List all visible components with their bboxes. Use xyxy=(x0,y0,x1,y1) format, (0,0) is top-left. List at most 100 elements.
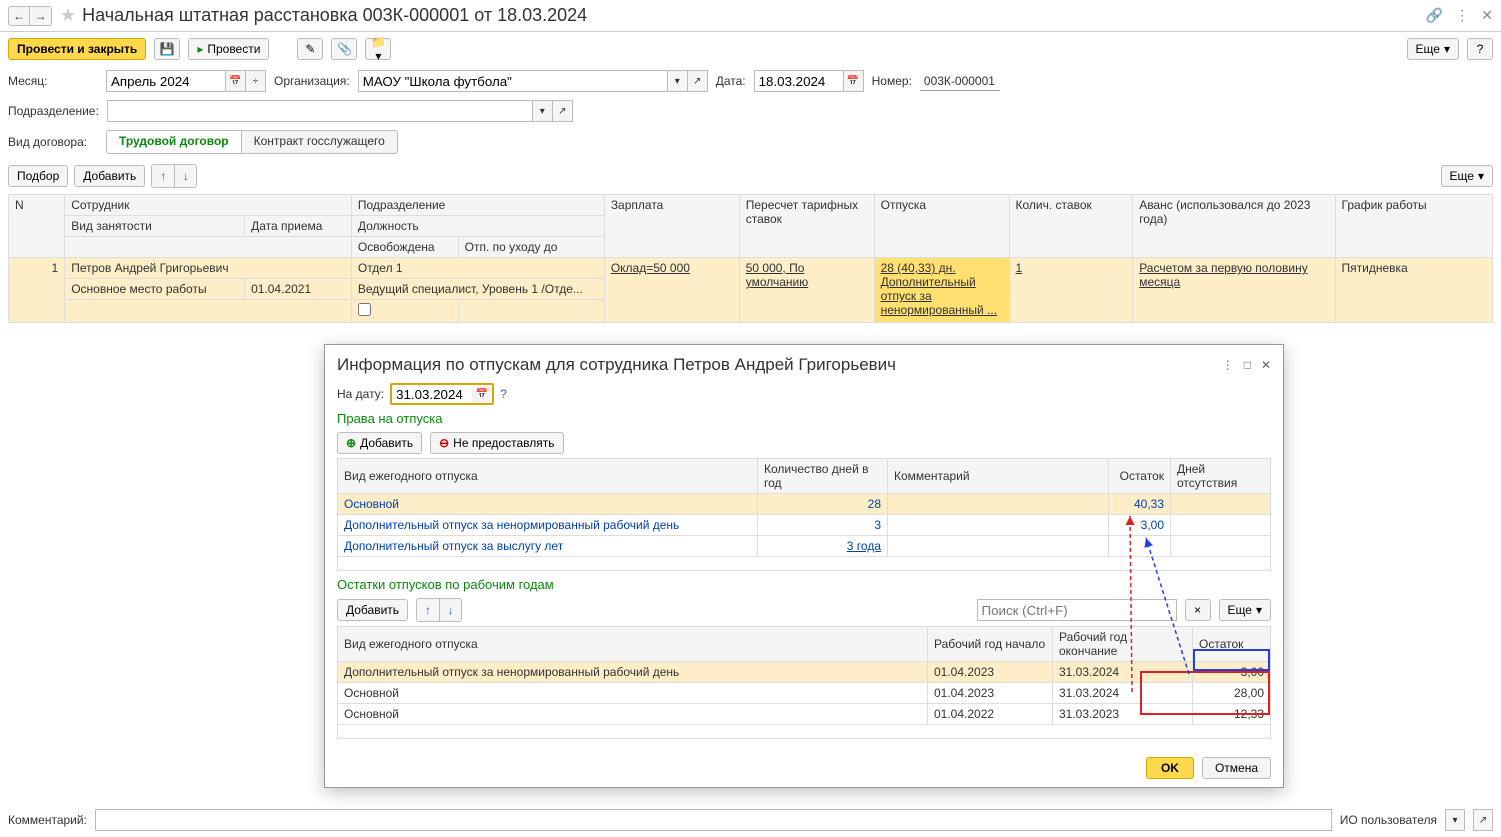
date-calendar-icon[interactable]: 📅 xyxy=(844,70,864,92)
popup-date-input-group: 📅 xyxy=(390,383,494,405)
cell-released[interactable] xyxy=(351,300,458,323)
dept-open-icon[interactable]: ↗ xyxy=(553,100,573,122)
search-clear-button[interactable]: × xyxy=(1185,599,1211,621)
move-down-button[interactable]: ↓ xyxy=(174,165,196,187)
more-button-label: Еще xyxy=(1416,42,1440,56)
dialog-close-icon[interactable]: ✕ xyxy=(1261,358,1271,372)
number-value: 003К-000001 xyxy=(920,72,1000,91)
date-input[interactable] xyxy=(754,70,844,92)
balance-row[interactable]: Основной 01.04.2022 31.03.2023 12,33 xyxy=(338,704,1271,725)
more-button[interactable]: Еще ▾ xyxy=(1407,38,1459,60)
main-grid[interactable]: N Сотрудник Подразделение Зарплата Перес… xyxy=(8,194,1493,323)
popup-help-icon[interactable]: ? xyxy=(500,387,507,401)
folder-button[interactable]: 📁▾ xyxy=(365,38,391,60)
table-row[interactable]: 1 Петров Андрей Григорьевич Отдел 1 Окла… xyxy=(9,258,1493,279)
bh-end: Рабочий год окончание xyxy=(1053,627,1193,662)
form-row-2: Подразделение: ▾ ↗ xyxy=(0,96,1501,126)
balances-up-button[interactable]: ↑ xyxy=(417,599,439,621)
stepper-icon[interactable]: ÷ xyxy=(246,70,266,92)
col-schedule: График работы xyxy=(1335,195,1492,258)
move-buttons: ↑ ↓ xyxy=(151,164,197,188)
cell-advance[interactable]: Расчетом за первую половину месяца xyxy=(1133,258,1335,323)
cell-employee: Петров Андрей Григорьевич xyxy=(65,258,352,279)
post-button[interactable]: ▸Провести xyxy=(188,38,269,60)
date-label: Дата: xyxy=(716,74,746,88)
balances-heading: Остатки отпусков по рабочим годам xyxy=(337,577,1271,592)
col-employee: Сотрудник xyxy=(65,195,352,216)
post-button-label: Провести xyxy=(207,42,260,56)
close-icon[interactable]: ✕ xyxy=(1481,7,1493,24)
balances-table[interactable]: Вид ежегодного отпуска Рабочий год начал… xyxy=(337,626,1271,739)
balances-add-button[interactable]: Добавить xyxy=(337,599,408,621)
title-actions: 🔗 ⋮ ✕ xyxy=(1426,7,1493,24)
link-icon[interactable]: 🔗 xyxy=(1426,7,1443,24)
forward-button[interactable]: → xyxy=(30,6,52,26)
help-button[interactable]: ? xyxy=(1467,38,1493,60)
search-input[interactable] xyxy=(977,599,1177,621)
rh-absence: Дней отсутствия xyxy=(1171,459,1271,494)
calendar-icon[interactable]: 📅 xyxy=(226,70,246,92)
released-checkbox[interactable] xyxy=(358,303,371,316)
org-input[interactable] xyxy=(358,70,668,92)
back-button[interactable]: ← xyxy=(8,6,30,26)
move-up-button[interactable]: ↑ xyxy=(152,165,174,187)
cell-hire-date: 01.04.2021 xyxy=(245,279,352,300)
user-dropdown-icon[interactable]: ▾ xyxy=(1445,809,1465,831)
popup-deny-button[interactable]: ⊖Не предоставлять xyxy=(430,432,563,454)
more-icon[interactable]: ⋮ xyxy=(1455,7,1469,24)
popup-add-button[interactable]: ⊕Добавить xyxy=(337,432,422,454)
col-advance: Аванс (использовался до 2023 года) xyxy=(1133,195,1335,258)
cell-schedule: Пятидневка xyxy=(1335,258,1492,323)
save-button[interactable]: 💾 xyxy=(154,38,180,60)
rights-table[interactable]: Вид ежегодного отпуска Количество дней в… xyxy=(337,458,1271,571)
cell-dept: Отдел 1 xyxy=(351,258,604,279)
contract-gov-button[interactable]: Контракт госслужащего xyxy=(242,130,398,154)
open-icon[interactable]: ↗ xyxy=(688,70,708,92)
dept-label: Подразделение: xyxy=(8,104,99,118)
comment-input[interactable] xyxy=(95,809,1332,831)
balances-down-button[interactable]: ↓ xyxy=(439,599,461,621)
rights-row[interactable]: Дополнительный отпуск за выслугу лет 3 г… xyxy=(338,536,1271,557)
ok-button[interactable]: OK xyxy=(1146,757,1194,779)
grid-more-button[interactable]: Еще ▾ xyxy=(1441,165,1493,187)
cell-vacations[interactable]: 28 (40,33) дн. Дополнительный отпуск за … xyxy=(874,258,1009,323)
balance-row[interactable]: Основной 01.04.2023 31.03.2024 28,00 xyxy=(338,683,1271,704)
dept-input[interactable] xyxy=(107,100,533,122)
month-label: Месяц: xyxy=(8,74,98,88)
col-position: Должность xyxy=(351,216,604,237)
contract-labor-button[interactable]: Трудовой договор xyxy=(106,130,242,154)
cancel-button[interactable]: Отмена xyxy=(1202,757,1271,779)
balance-row[interactable]: Дополнительный отпуск за ненормированный… xyxy=(338,662,1271,683)
date-input-group: 📅 xyxy=(754,70,864,92)
bh-type: Вид ежегодного отпуска xyxy=(338,627,928,662)
month-input[interactable] xyxy=(106,70,226,92)
attach-button[interactable]: 📎 xyxy=(331,38,357,60)
popup-date-label: На дату: xyxy=(337,387,384,401)
pick-button[interactable]: Подбор xyxy=(8,165,68,187)
star-icon[interactable]: ★ xyxy=(60,5,76,26)
nav-buttons: ← → xyxy=(8,6,52,26)
user-open-icon[interactable]: ↗ xyxy=(1473,809,1493,831)
cell-recalc[interactable]: 50 000, По умолчанию xyxy=(739,258,874,323)
balances-more-button[interactable]: Еще ▾ xyxy=(1219,599,1271,621)
grid-more-label: Еще xyxy=(1450,169,1474,183)
popup-calendar-icon[interactable]: 📅 xyxy=(472,385,492,403)
col-hire-date: Дата приема xyxy=(245,216,352,237)
highlight-button[interactable]: ✎ xyxy=(297,38,323,60)
dialog-maximize-icon[interactable]: □ xyxy=(1244,358,1251,372)
cell-rate[interactable]: 1 xyxy=(1009,258,1133,323)
add-button[interactable]: Добавить xyxy=(74,165,145,187)
rights-row[interactable]: Основной 28 40,33 xyxy=(338,494,1271,515)
popup-date-input[interactable] xyxy=(392,385,472,403)
dialog-more-icon[interactable]: ⋮ xyxy=(1222,358,1234,372)
cell-salary[interactable]: Оклад=50 000 xyxy=(604,258,739,323)
bh-start: Рабочий год начало xyxy=(928,627,1053,662)
month-input-group: 📅 ÷ xyxy=(106,70,266,92)
dropdown-icon[interactable]: ▾ xyxy=(668,70,688,92)
dept-input-group: ▾ ↗ xyxy=(107,100,573,122)
comment-label: Комментарий: xyxy=(8,813,87,827)
rights-row[interactable]: Дополнительный отпуск за ненормированный… xyxy=(338,515,1271,536)
post-close-button[interactable]: Провести и закрыть xyxy=(8,38,146,60)
dept-dropdown-icon[interactable]: ▾ xyxy=(533,100,553,122)
col-salary: Зарплата xyxy=(604,195,739,258)
